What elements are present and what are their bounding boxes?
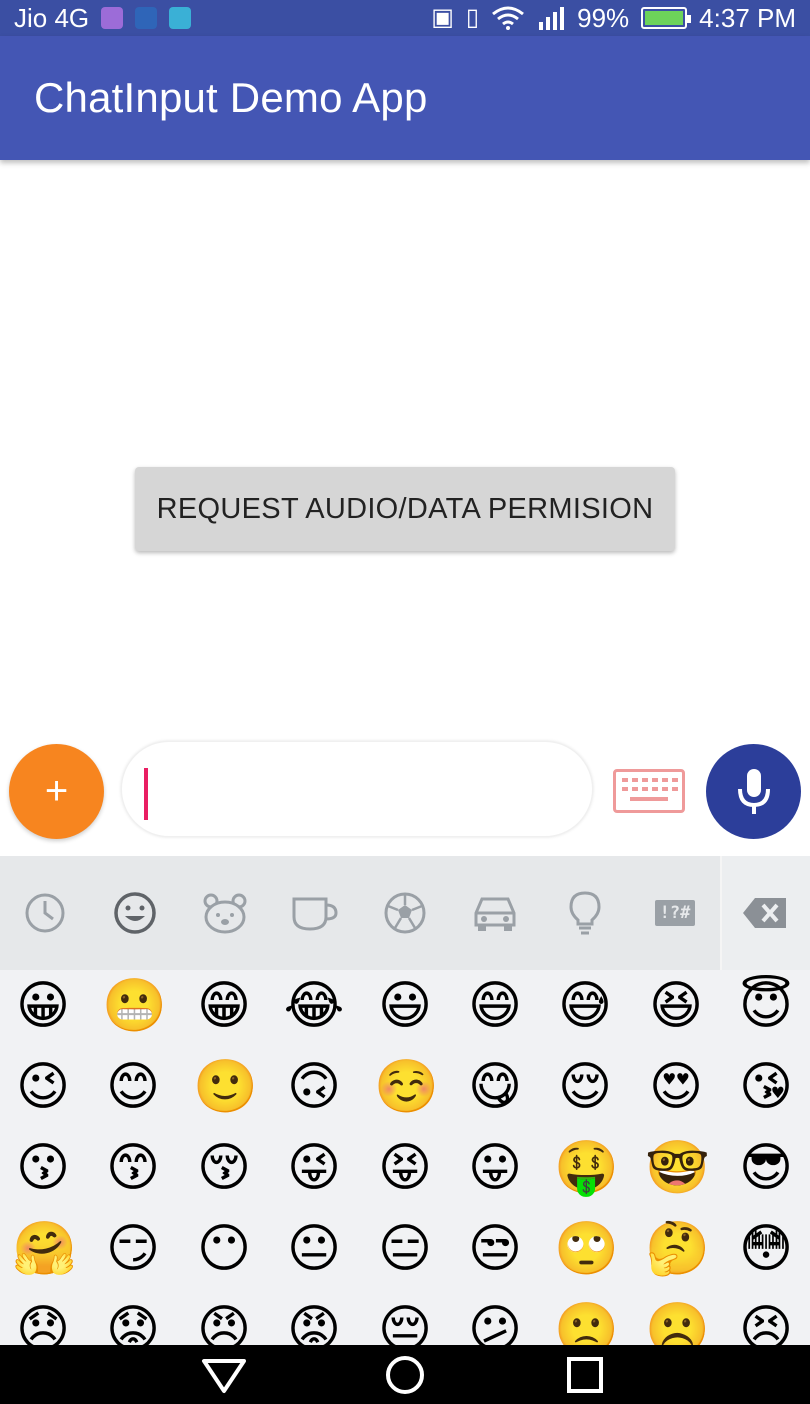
emoji-key[interactable]: 😅	[554, 975, 616, 1037]
battery-level	[645, 11, 684, 25]
emoji-key[interactable]: 😜	[283, 1137, 345, 1199]
emoji-key[interactable]: 😉	[12, 1056, 74, 1118]
travel-car-icon	[474, 897, 516, 931]
vibrate-icon: ▯	[465, 4, 480, 31]
status-left: Jio 4G	[14, 2, 192, 34]
tab-objects[interactable]	[540, 856, 630, 970]
back-icon[interactable]	[199, 1355, 249, 1395]
wifi-icon	[492, 6, 525, 30]
emoji-key[interactable]: 🤔	[645, 1218, 710, 1280]
tab-food[interactable]	[270, 856, 360, 970]
emoji-key[interactable]: 😂	[283, 975, 345, 1037]
emoji-key[interactable]: 😟	[102, 1299, 164, 1345]
emoji-key[interactable]: 😘	[735, 1056, 797, 1118]
emoji-key[interactable]: 🤓	[645, 1137, 710, 1199]
backspace-button[interactable]	[720, 856, 810, 970]
tab-symbols[interactable]: !?#	[630, 856, 720, 970]
navigation-bar	[0, 1345, 810, 1404]
tab-divider	[720, 856, 722, 970]
emoji-key[interactable]: 😍	[645, 1056, 707, 1118]
emoji-key[interactable]: 😝	[374, 1137, 436, 1199]
emoji-key[interactable]: 😞	[12, 1299, 74, 1345]
emoji-key[interactable]: 😑	[374, 1218, 436, 1280]
signal-icon	[539, 7, 565, 30]
emoji-key[interactable]: 🙂	[193, 1056, 258, 1118]
carrier-label: Jio 4G	[14, 2, 90, 33]
objects-lightbulb-icon	[569, 891, 601, 935]
page-title: ChatInput Demo App	[34, 74, 428, 121]
request-permission-button[interactable]: REQUEST AUDIO/DATA PERMISION	[135, 467, 675, 551]
emoji-key[interactable]: 🙃	[283, 1056, 345, 1118]
recents-icon[interactable]	[565, 1355, 605, 1395]
microphone-icon	[737, 768, 770, 814]
emoji-key[interactable]: 😌	[554, 1056, 616, 1118]
microphone-button[interactable]	[706, 744, 801, 839]
emoji-key[interactable]: 😄	[464, 975, 526, 1037]
emoji-key[interactable]: 😆	[645, 975, 707, 1037]
attach-button[interactable]: +	[9, 744, 104, 839]
keyboard-icon[interactable]	[613, 769, 685, 813]
emoji-key[interactable]: 😶	[193, 1218, 255, 1280]
emoji-key[interactable]: 😁	[193, 975, 255, 1037]
recent-clock-icon	[25, 893, 65, 933]
emoji-key[interactable]: 😙	[102, 1137, 164, 1199]
status-right: ▣ ▯ 99% 4:37 PM	[431, 3, 796, 34]
chat-input-bar: +	[0, 735, 810, 853]
tab-smileys[interactable]	[90, 856, 180, 970]
emoji-key[interactable]: 😇	[735, 975, 797, 1037]
smiley-face-icon	[114, 892, 156, 934]
emoji-key[interactable]: ☺️	[374, 1056, 439, 1118]
emoji-key[interactable]: 😣	[735, 1299, 797, 1345]
emoji-key[interactable]: 😔	[374, 1299, 436, 1345]
emoji-key[interactable]: 😬	[102, 975, 167, 1037]
emoji-key[interactable]: 😒	[464, 1218, 526, 1280]
emoji-key[interactable]: 🤗	[12, 1218, 77, 1280]
emoji-key[interactable]: 🙄	[554, 1218, 619, 1280]
add-icon: +	[44, 769, 69, 813]
status-time: 4:37 PM	[699, 2, 796, 33]
emoji-key[interactable]: 😎	[735, 1137, 797, 1199]
backspace-icon	[743, 898, 786, 928]
tab-recent[interactable]	[0, 856, 90, 970]
emoji-key[interactable]: 😛	[464, 1137, 526, 1199]
tab-animals[interactable]	[180, 856, 270, 970]
emoji-key[interactable]: 😏	[102, 1218, 164, 1280]
nfc-icon: ▣	[431, 4, 454, 31]
emoji-category-bar: !?#	[0, 856, 810, 970]
battery-percent: 99%	[577, 2, 630, 33]
tab-travel[interactable]	[450, 856, 540, 970]
emoji-key[interactable]: 😊	[102, 1056, 164, 1118]
sports-ball-icon	[384, 892, 426, 934]
battery-charging-icon	[641, 7, 692, 29]
tab-activities[interactable]	[360, 856, 450, 970]
emoji-key[interactable]: 😃	[374, 975, 436, 1037]
notification-app-icon	[101, 7, 124, 29]
food-cup-icon	[292, 897, 338, 931]
emoji-key[interactable]: 😀	[12, 975, 74, 1037]
notification-app-icon	[169, 7, 192, 29]
emoji-key[interactable]: 😡	[283, 1299, 345, 1345]
emoji-key[interactable]: 🤑	[554, 1137, 619, 1199]
app-bar: ChatInput Demo App	[0, 36, 810, 160]
emoji-key[interactable]: 🙁	[554, 1299, 619, 1345]
emoji-grid: 😀 😬 😁 😂 😃 😄 😅 😆 😇 😉 😊 🙂 🙃 ☺️ 😋 😌 😍 😘 😗 😙 😚 😜 😝 😛 🤑 🤓 😎 🤗 😏 😶 😐 😑 😒 🙄 🤔 😳 😞 😟 😠…	[0, 970, 810, 1345]
symbols-icon: !?#	[654, 900, 696, 926]
emoji-key[interactable]: 😠	[193, 1299, 255, 1345]
text-cursor	[144, 768, 148, 820]
emoji-key[interactable]: 😕	[464, 1299, 526, 1345]
message-input[interactable]	[121, 741, 593, 837]
animal-bear-icon	[203, 893, 247, 934]
emoji-key[interactable]: 😋	[464, 1056, 526, 1118]
emoji-key[interactable]: 😐	[283, 1218, 345, 1280]
home-icon[interactable]	[383, 1353, 427, 1397]
emoji-key[interactable]: 😗	[12, 1137, 74, 1199]
status-bar: Jio 4G ▣ ▯ 99% 4:37 PM	[0, 0, 810, 36]
emoji-key[interactable]: ☹️	[645, 1299, 710, 1345]
notification-app-icon	[135, 7, 158, 29]
emoji-key[interactable]: 😳	[735, 1218, 797, 1280]
emoji-key[interactable]: 😚	[193, 1137, 255, 1199]
